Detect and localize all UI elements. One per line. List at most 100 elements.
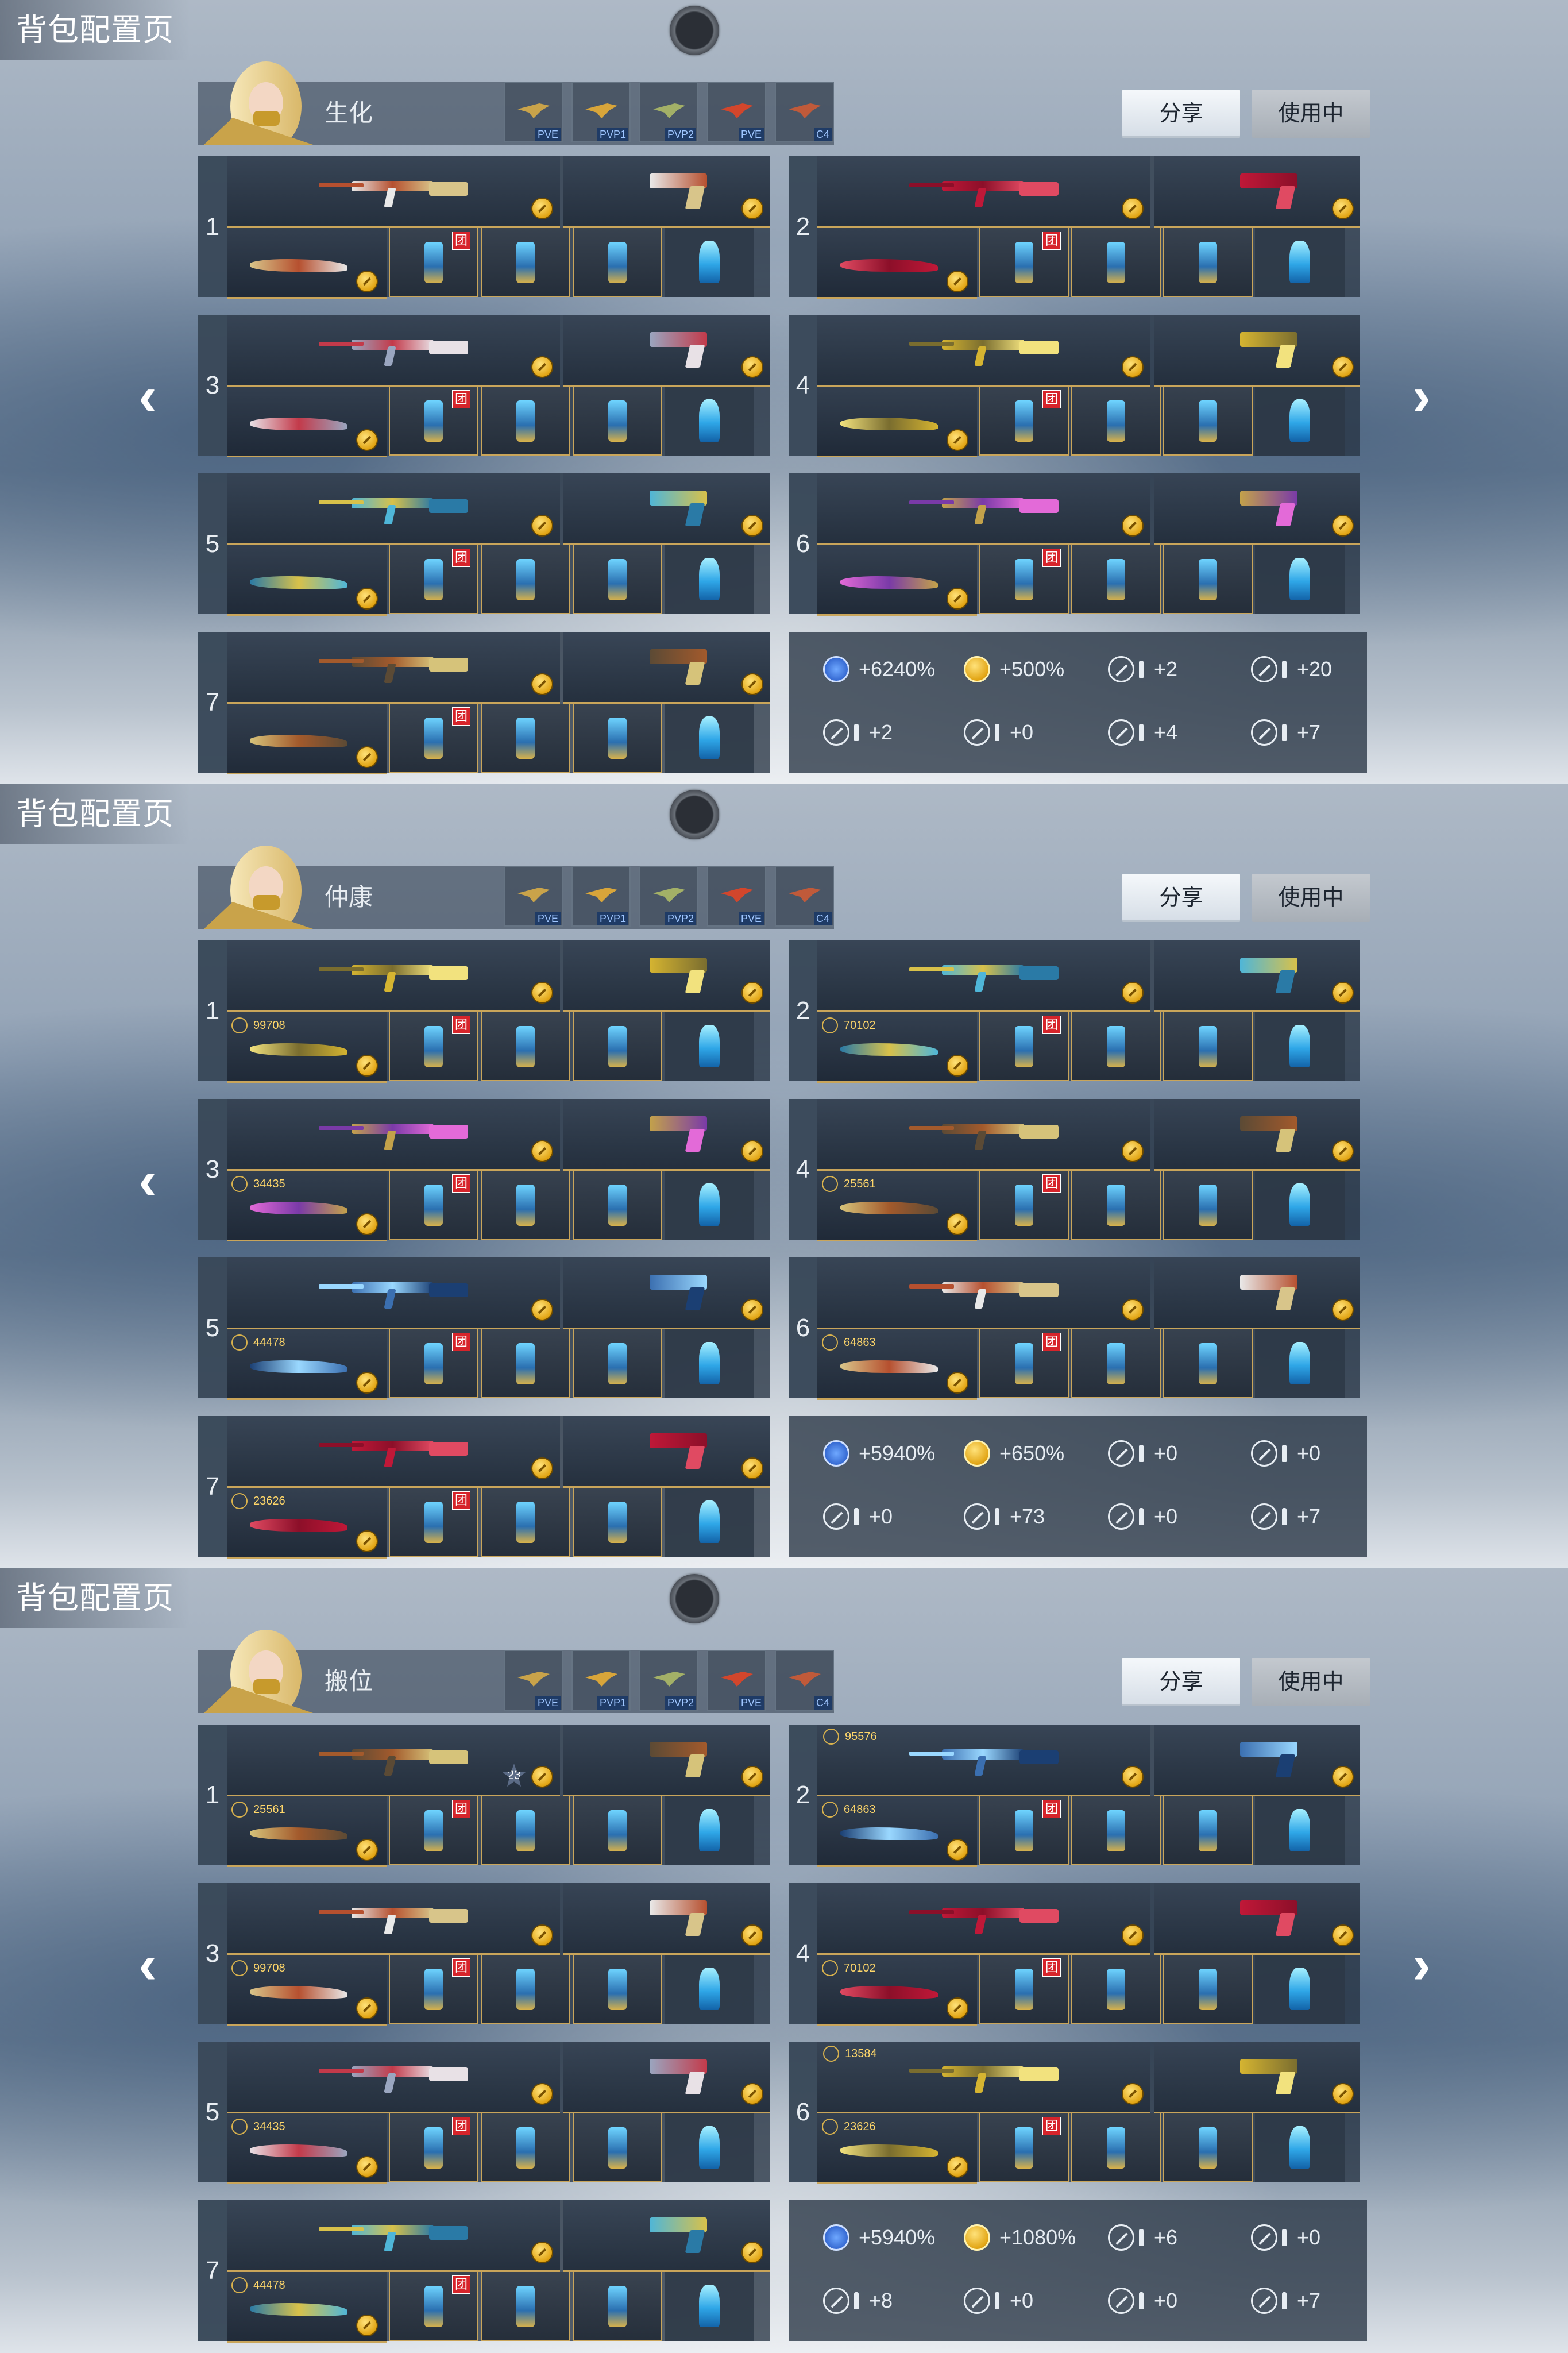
primary-weapon-cell[interactable] [227, 940, 560, 1012]
equipment-item-cell[interactable]: 团 [389, 545, 478, 614]
melee-weapon-cell[interactable] [227, 387, 387, 457]
equipment-item-cell[interactable] [665, 387, 754, 456]
equipment-item-cell[interactable]: 团 [979, 1955, 1069, 2024]
melee-weapon-cell[interactable]: 99708 [227, 1955, 387, 2026]
equipment-item-cell[interactable] [573, 228, 662, 297]
equipment-item-cell[interactable] [1255, 2113, 1345, 2182]
in-use-button[interactable]: 使用中 [1252, 1658, 1370, 1706]
primary-weapon-cell[interactable] [817, 1257, 1150, 1329]
secondary-weapon-cell[interactable] [563, 940, 770, 1012]
equipment-item-cell[interactable] [1255, 228, 1345, 297]
mode-tab-3[interactable]: PVP2 [639, 866, 698, 927]
primary-weapon-cell[interactable] [227, 2200, 560, 2272]
equipment-item-cell[interactable] [1163, 1012, 1253, 1081]
chevron-left-icon[interactable]: ‹ [128, 1936, 168, 1993]
equipment-item-cell[interactable] [573, 387, 662, 456]
mode-tab-5[interactable]: C4 [775, 82, 834, 142]
loadout-slot-4[interactable]: 4团 [789, 315, 1360, 457]
melee-weapon-cell[interactable]: 25561 [227, 1796, 387, 1867]
primary-weapon-cell[interactable] [817, 940, 1150, 1012]
equipment-item-cell[interactable] [665, 1012, 754, 1081]
mode-tab-2[interactable]: PVP1 [571, 82, 631, 142]
secondary-weapon-cell[interactable] [563, 1725, 770, 1796]
melee-weapon-cell[interactable]: 99708 [227, 1012, 387, 1083]
primary-weapon-cell[interactable] [817, 473, 1150, 545]
mode-tab-3[interactable]: PVP2 [639, 1650, 698, 1711]
equipment-item-cell[interactable]: 团 [389, 1796, 478, 1865]
equipment-item-cell[interactable] [1071, 2113, 1161, 2182]
equipment-item-cell[interactable] [665, 545, 754, 614]
equipment-item-cell[interactable] [1163, 1955, 1253, 2024]
chevron-right-icon[interactable]: › [1401, 368, 1442, 425]
equipment-item-cell[interactable] [573, 1955, 662, 2024]
equipment-item-cell[interactable] [481, 1488, 570, 1557]
equipment-item-cell[interactable]: 团 [389, 1488, 478, 1557]
equipment-item-cell[interactable] [665, 1796, 754, 1865]
equipment-item-cell[interactable] [665, 1171, 754, 1240]
equipment-item-cell[interactable] [573, 704, 662, 773]
loadout-slot-6[interactable]: 6 64863 团 [789, 1257, 1360, 1400]
equipment-item-cell[interactable] [1255, 1796, 1345, 1865]
equipment-item-cell[interactable] [1071, 1796, 1161, 1865]
loadout-slot-2[interactable]: 2 95576 64863 团 [789, 1725, 1360, 1867]
secondary-weapon-cell[interactable] [1154, 1099, 1360, 1171]
secondary-weapon-cell[interactable] [563, 1416, 770, 1488]
loadout-slot-5[interactable]: 5团 [198, 473, 770, 616]
loadout-slot-2[interactable]: 2 70102 团 [789, 940, 1360, 1083]
melee-weapon-cell[interactable] [817, 387, 977, 457]
share-button[interactable]: 分享 [1122, 1658, 1240, 1706]
loadout-slot-7[interactable]: 7 44478 团 [198, 2200, 770, 2343]
melee-weapon-cell[interactable]: 70102 [817, 1955, 977, 2026]
primary-weapon-cell[interactable]: 95576 [817, 1725, 1150, 1796]
equipment-item-cell[interactable]: 团 [389, 2272, 478, 2341]
primary-weapon-cell[interactable] [817, 1099, 1150, 1171]
equipment-item-cell[interactable] [573, 2113, 662, 2182]
equipment-item-cell[interactable]: 团 [389, 1955, 478, 2024]
equipment-item-cell[interactable]: 团 [389, 1012, 478, 1081]
equipment-item-cell[interactable] [665, 2272, 754, 2341]
equipment-item-cell[interactable]: 团 [389, 1329, 478, 1398]
secondary-weapon-cell[interactable] [1154, 473, 1360, 545]
equipment-item-cell[interactable] [481, 387, 570, 456]
equipment-item-cell[interactable] [1255, 545, 1345, 614]
secondary-weapon-cell[interactable] [1154, 2042, 1360, 2113]
loadout-slot-7[interactable]: 7 23626 团 [198, 1416, 770, 1559]
melee-weapon-cell[interactable]: 64863 [817, 1329, 977, 1400]
melee-weapon-cell[interactable] [817, 545, 977, 616]
loadout-slot-1[interactable]: 1团 [198, 156, 770, 299]
equipment-item-cell[interactable] [1163, 228, 1253, 297]
secondary-weapon-cell[interactable] [1154, 1725, 1360, 1796]
primary-weapon-cell[interactable] [227, 2042, 560, 2113]
equipment-item-cell[interactable]: 团 [979, 387, 1069, 456]
loadout-slot-6[interactable]: 6 13584 23626 团 [789, 2042, 1360, 2184]
equipment-item-cell[interactable] [1163, 1171, 1253, 1240]
melee-weapon-cell[interactable]: 25561 [817, 1171, 977, 1241]
equipment-item-cell[interactable] [481, 1012, 570, 1081]
melee-weapon-cell[interactable]: 34435 [227, 1171, 387, 1241]
equipment-item-cell[interactable] [481, 2272, 570, 2341]
equipment-item-cell[interactable] [665, 228, 754, 297]
equipment-item-cell[interactable] [1255, 1955, 1345, 2024]
equipment-item-cell[interactable] [665, 704, 754, 773]
equipment-item-cell[interactable]: 团 [979, 1171, 1069, 1240]
loadout-slot-4[interactable]: 4 25561 团 [789, 1099, 1360, 1241]
equipment-item-cell[interactable] [1163, 387, 1253, 456]
equipment-item-cell[interactable] [665, 1329, 754, 1398]
primary-weapon-cell[interactable] [227, 1416, 560, 1488]
equipment-item-cell[interactable] [573, 2272, 662, 2341]
equipment-item-cell[interactable] [573, 1796, 662, 1865]
equipment-item-cell[interactable] [573, 1488, 662, 1557]
primary-weapon-cell[interactable] [227, 1883, 560, 1955]
equipment-item-cell[interactable] [1071, 1329, 1161, 1398]
melee-weapon-cell[interactable]: 23626 [227, 1488, 387, 1559]
secondary-weapon-cell[interactable] [563, 1883, 770, 1955]
equipment-item-cell[interactable] [481, 2113, 570, 2182]
loadout-slot-3[interactable]: 3 34435 团 [198, 1099, 770, 1241]
primary-weapon-cell[interactable] [227, 1257, 560, 1329]
primary-weapon-cell[interactable] [817, 156, 1150, 228]
equipment-item-cell[interactable] [1071, 228, 1161, 297]
equipment-item-cell[interactable] [1255, 387, 1345, 456]
melee-weapon-cell[interactable]: 64863 [817, 1796, 977, 1867]
equipment-item-cell[interactable]: 团 [389, 228, 478, 297]
melee-weapon-cell[interactable]: 70102 [817, 1012, 977, 1083]
